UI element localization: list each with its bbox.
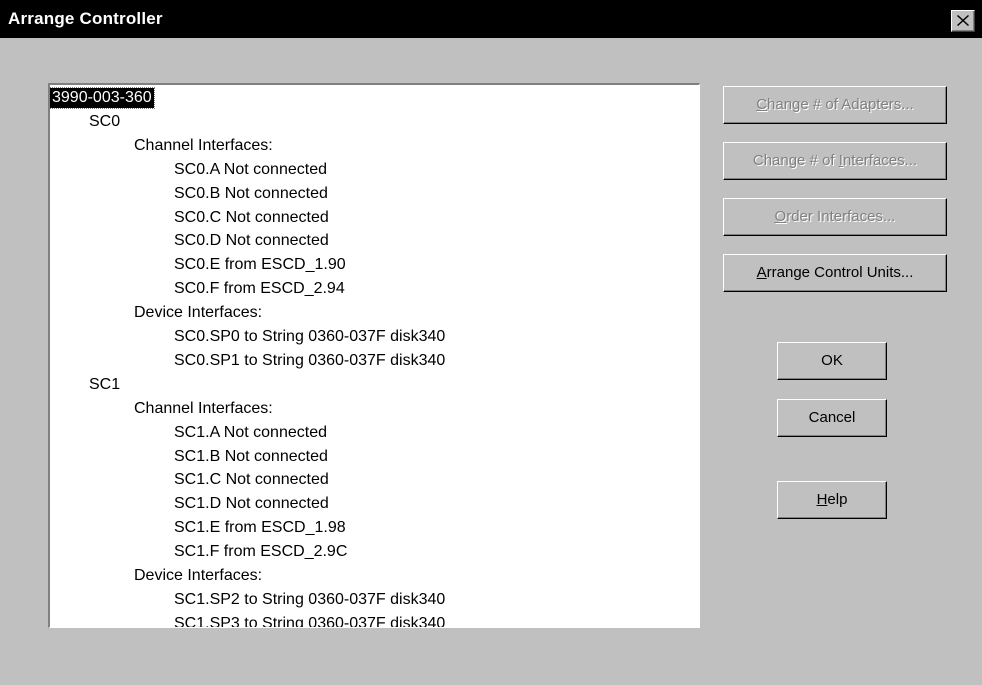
ok-button[interactable]: OK — [777, 342, 887, 380]
window-title: Arrange Controller — [8, 9, 163, 28]
tree-item[interactable]: SC0.A Not connected — [174, 160, 327, 180]
tree-item[interactable]: Channel Interfaces: — [134, 399, 273, 419]
tree-item[interactable]: Channel Interfaces: — [134, 136, 273, 156]
tree-item[interactable]: SC0.E from ESCD_1.90 — [174, 255, 346, 275]
close-icon — [957, 15, 969, 26]
arrange-controller-dialog: Arrange Controller 3990-003-360 SC0 Channe… — [0, 0, 982, 685]
tree-item[interactable]: SC0.D Not connected — [174, 231, 329, 251]
help-button[interactable]: Help — [777, 481, 887, 519]
tree-item[interactable]: SC1 — [89, 375, 120, 395]
tree-item[interactable]: SC1.D Not connected — [174, 494, 329, 514]
tree-item[interactable]: Device Interfaces: — [134, 566, 262, 586]
tree-item[interactable]: SC1.F from ESCD_2.9C — [174, 542, 347, 562]
tree-item[interactable]: Device Interfaces: — [134, 303, 262, 323]
tree-item[interactable]: SC0.C Not connected — [174, 208, 329, 228]
tree-item[interactable]: SC0.B Not connected — [174, 184, 328, 204]
tree-item[interactable]: SC1.B Not connected — [174, 447, 328, 467]
tree-item-selected[interactable]: 3990-003-360 — [50, 87, 155, 109]
arrange-control-units-button[interactable]: Arrange Control Units... — [723, 254, 947, 292]
tree-item[interactable]: SC1.A Not connected — [174, 423, 327, 443]
tree-item[interactable]: SC1.SP3 to String 0360-037F disk340 — [174, 614, 445, 627]
tree-item[interactable]: SC0 — [89, 112, 120, 132]
tree-item[interactable]: SC0.F from ESCD_2.94 — [174, 279, 345, 299]
change-adapters-button[interactable]: Change # of Adapters... — [723, 86, 947, 124]
close-button[interactable] — [951, 10, 975, 32]
change-interfaces-button[interactable]: Change # of Interfaces... — [723, 142, 947, 180]
tree-item[interactable]: SC1.C Not connected — [174, 470, 329, 490]
cancel-button[interactable]: Cancel — [777, 399, 887, 437]
tree-item[interactable]: SC0.SP1 to String 0360-037F disk340 — [174, 351, 445, 371]
controller-tree-view[interactable]: 3990-003-360 SC0 Channel Interfaces: SC0.A … — [48, 83, 700, 628]
title-bar: Arrange Controller — [0, 0, 982, 38]
order-interfaces-button[interactable]: Order Interfaces... — [723, 198, 947, 236]
tree-item[interactable]: SC1.E from ESCD_1.98 — [174, 518, 346, 538]
tree-item[interactable]: SC0.SP0 to String 0360-037F disk340 — [174, 327, 445, 347]
tree-item[interactable]: SC1.SP2 to String 0360-037F disk340 — [174, 590, 445, 610]
